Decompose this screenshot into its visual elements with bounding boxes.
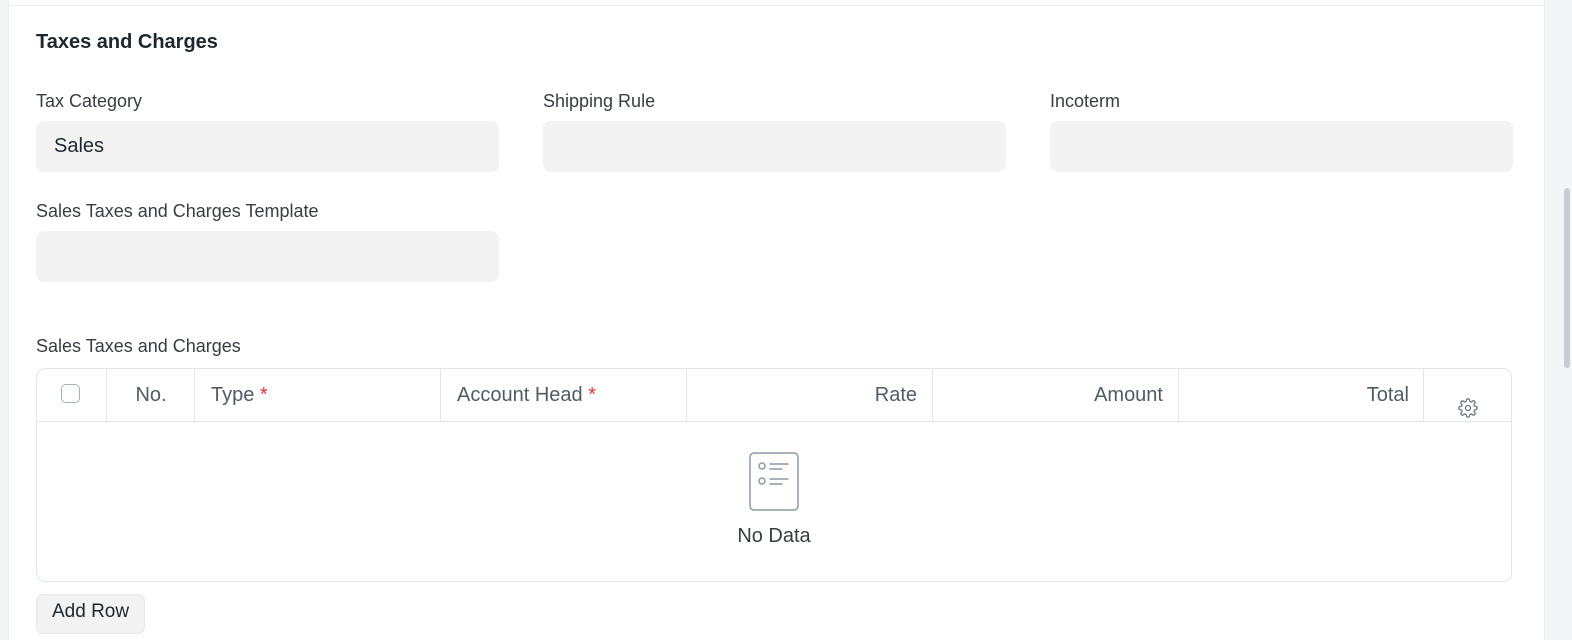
column-no[interactable]: No.	[106, 369, 195, 421]
required-indicator: *	[259, 384, 268, 406]
column-account-head-label: Account Head	[457, 384, 583, 406]
section-title: Taxes and Charges	[36, 31, 218, 53]
incoterm-label: Incoterm	[1050, 91, 1121, 111]
column-total[interactable]: Total	[1178, 369, 1424, 421]
taxes-template-field[interactable]	[36, 231, 499, 282]
column-type-label: Type	[211, 384, 255, 406]
column-rate-label: Rate	[874, 384, 917, 406]
column-type[interactable]: Type *	[194, 369, 440, 421]
form-section-card: Taxes and Charges Tax Category Sales Shi…	[8, 0, 1545, 640]
column-no-label: No.	[135, 384, 167, 406]
required-indicator: *	[588, 384, 596, 406]
column-amount[interactable]: Amount	[932, 369, 1178, 421]
shipping-rule-field[interactable]	[543, 121, 1006, 172]
select-all-cell	[37, 369, 106, 421]
tax-category-label: Tax Category	[36, 91, 143, 111]
column-account-head[interactable]: Account Head *	[440, 369, 686, 421]
shipping-rule-label: Shipping Rule	[543, 91, 656, 111]
taxes-grid: No. Type * Account Head * Rate Amount To…	[36, 368, 1512, 582]
grid-empty-state: No Data	[37, 421, 1511, 581]
column-rate[interactable]: Rate	[686, 369, 932, 421]
grid-settings-cell	[1423, 369, 1511, 421]
empty-state-text: No Data	[737, 525, 811, 547]
column-total-label: Total	[1366, 384, 1409, 406]
gear-icon[interactable]	[1457, 386, 1478, 418]
incoterm-field[interactable]	[1050, 121, 1513, 172]
section-divider	[9, 5, 1544, 6]
column-amount-label: Amount	[1094, 384, 1163, 406]
tax-category-field[interactable]: Sales	[36, 121, 499, 172]
list-document-icon	[749, 452, 799, 517]
select-all-checkbox[interactable]	[61, 384, 80, 403]
taxes-template-label: Sales Taxes and Charges Template	[36, 201, 319, 221]
page-scrollbar-thumb[interactable]	[1564, 188, 1570, 368]
add-row-button[interactable]: Add Row	[36, 594, 146, 634]
taxes-table-label: Sales Taxes and Charges	[36, 336, 241, 356]
grid-header-row: No. Type * Account Head * Rate Amount To…	[37, 369, 1511, 422]
